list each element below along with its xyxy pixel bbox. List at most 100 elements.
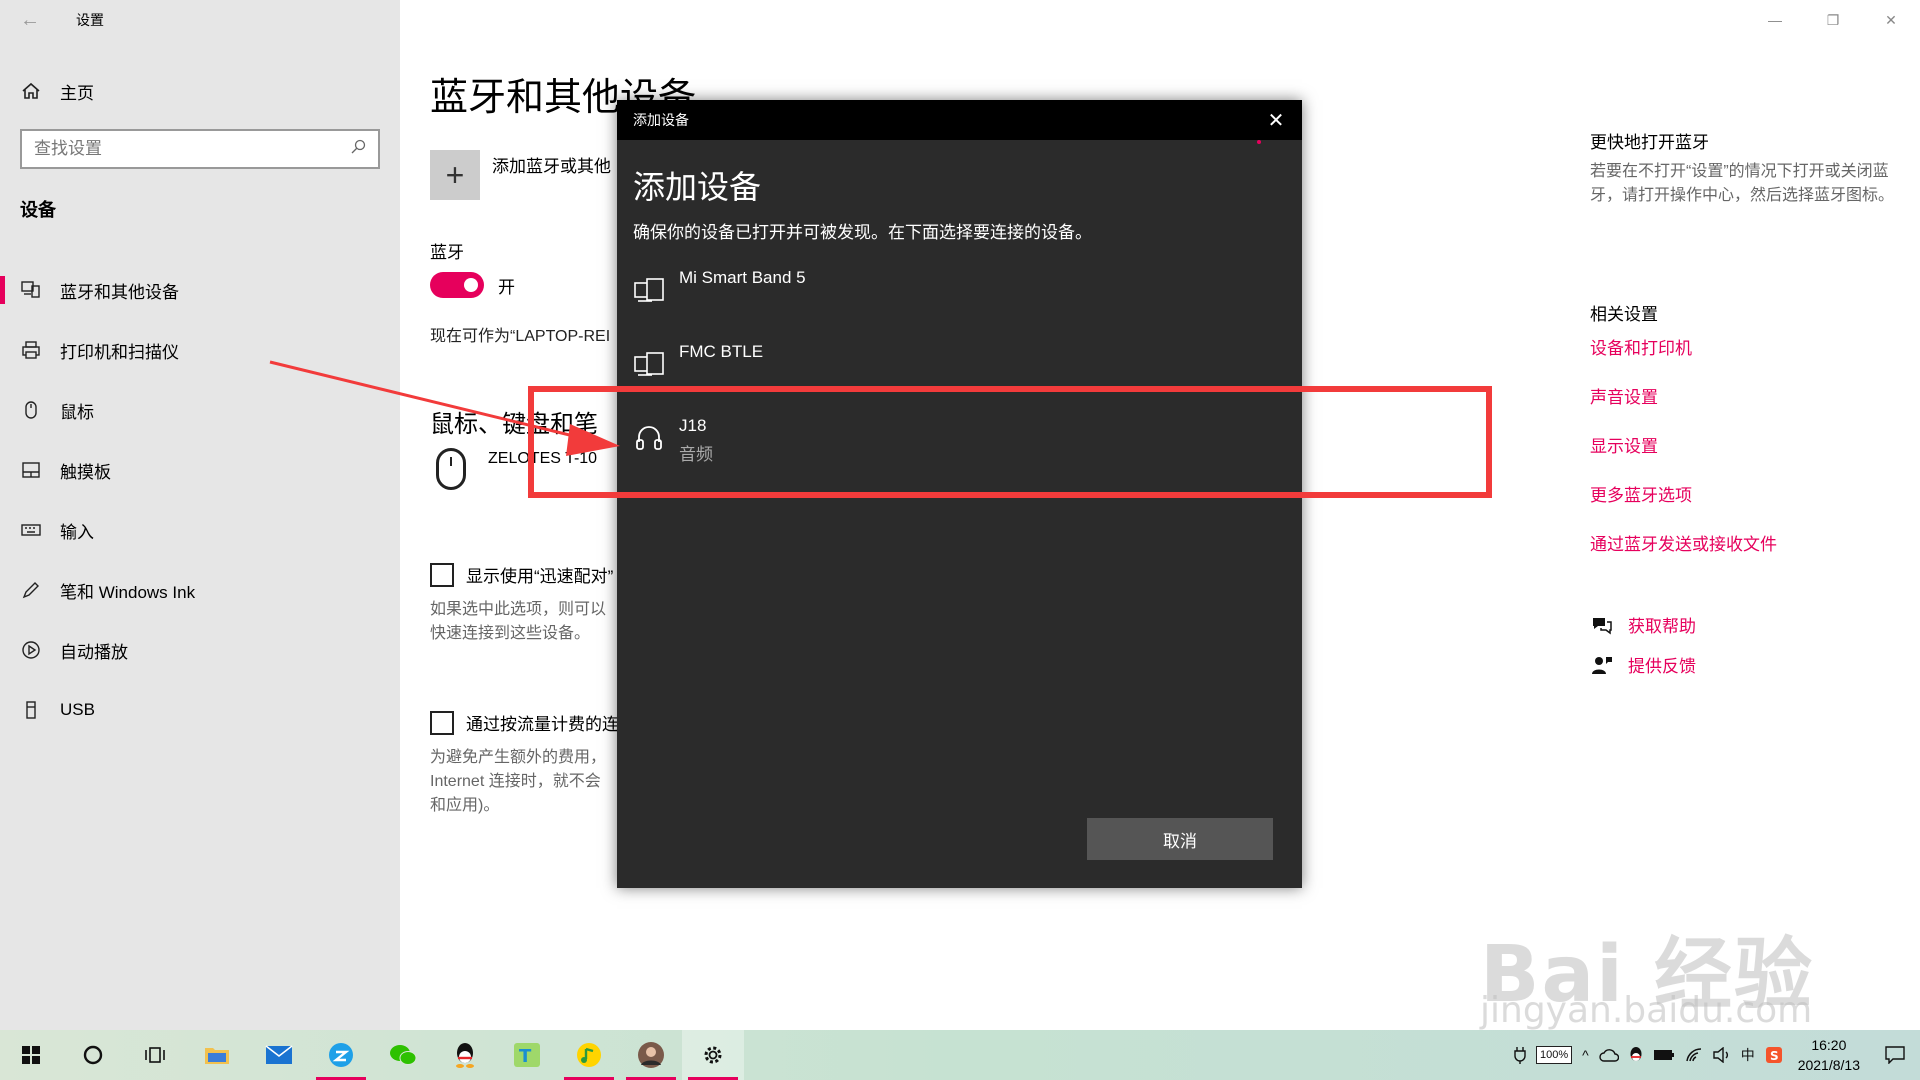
chevron-up-icon[interactable]: ^ — [1577, 1030, 1594, 1080]
discoverable-text: 现在可作为“LAPTOP-REI — [430, 328, 611, 345]
browser-icon[interactable] — [310, 1030, 372, 1080]
baidu-watermark: Bai 经验 jingyan.baidu.com — [1470, 872, 1890, 1032]
dialog-titlebar-text: 添加设备 — [633, 112, 689, 128]
qq-icon[interactable] — [434, 1030, 496, 1080]
clock[interactable]: 16:20 2021/8/13 — [1788, 1035, 1870, 1075]
add-device-row[interactable]: + 添加蓝牙或其他 — [430, 150, 611, 200]
svg-text:S: S — [1770, 1049, 1779, 1063]
battery-indicator[interactable]: 100% — [1531, 1030, 1577, 1080]
metered-label: 通过按流量计费的连 — [466, 715, 619, 734]
sidebar-item-pen[interactable]: 笔和 Windows Ink — [0, 560, 400, 620]
get-help-link[interactable]: 获取帮助 — [1590, 612, 1696, 637]
metered-row[interactable]: 通过按流量计费的连 — [430, 710, 619, 735]
sidebar-item-mouse[interactable]: 鼠标 — [0, 380, 400, 440]
printer-icon — [20, 339, 42, 361]
svg-text:T: T — [519, 1046, 532, 1067]
device-item-mi-band[interactable]: Mi Smart Band 5 — [617, 266, 1302, 340]
ime-indicator[interactable]: 中 — [1736, 1030, 1760, 1080]
search-input[interactable] — [34, 139, 350, 159]
restore-icon[interactable]: ❐ — [1804, 0, 1862, 40]
clock-date: 2021/8/13 — [1797, 1057, 1860, 1073]
watermark-sub: jingyan.baidu.com — [1480, 990, 1813, 1031]
nav-list: 蓝牙和其他设备 打印机和扫描仪 鼠标 触摸板 输入 笔和 Windows Ink… — [0, 260, 400, 740]
cloud-icon[interactable] — [1594, 1030, 1624, 1080]
back-arrow-icon[interactable]: ← — [0, 0, 60, 40]
close-icon[interactable]: ✕ — [1862, 0, 1920, 40]
toggle-state-label: 开 — [498, 277, 515, 297]
home-label: 主页 — [60, 83, 94, 103]
mail-icon[interactable] — [248, 1030, 310, 1080]
sidebar-item-printers[interactable]: 打印机和扫描仪 — [0, 320, 400, 380]
taskbar: T 100% ^ 中 S 16:20 2021/8/13 — [0, 1030, 1920, 1080]
metered-desc-line: Internet 连接时，就不会 — [430, 773, 601, 790]
app-t-icon[interactable]: T — [496, 1030, 558, 1080]
swift-pair-desc-line: 如果选中此选项，则可以 — [430, 601, 607, 618]
sidebar-item-usb[interactable]: USB — [0, 680, 400, 740]
sidebar-item-typing[interactable]: 输入 — [0, 500, 400, 560]
usb-icon — [20, 699, 42, 721]
metered-checkbox[interactable] — [430, 710, 454, 735]
touchpad-icon — [20, 459, 42, 481]
swift-pair-checkbox[interactable] — [430, 562, 454, 587]
sidebar-item-autoplay[interactable]: 自动播放 — [0, 620, 400, 680]
swift-pair-row[interactable]: 显示使用“迅速配对” — [430, 562, 613, 587]
home-nav-item[interactable]: 主页 — [20, 78, 94, 104]
volume-icon[interactable] — [1708, 1030, 1736, 1080]
quick-bluetooth-text: 若要在不打开“设置”的情况下打开或关闭蓝牙，请打开操作中心，然后选择蓝牙图标。 — [1590, 163, 1895, 204]
bluetooth-toggle[interactable] — [430, 272, 484, 298]
system-tray: 100% ^ 中 S 16:20 2021/8/13 — [1509, 1030, 1920, 1080]
bluetooth-toggle-row: 开 — [430, 272, 515, 298]
task-view-icon[interactable] — [124, 1030, 186, 1080]
notification-icon[interactable] — [1870, 1030, 1920, 1080]
search-box[interactable] — [20, 129, 380, 169]
progress-dot — [1257, 140, 1261, 144]
minimize-icon[interactable]: — — [1746, 0, 1804, 40]
wifi-icon[interactable] — [1680, 1030, 1708, 1080]
device-icon — [633, 348, 665, 380]
device-icon — [633, 274, 665, 306]
sidebar-item-bluetooth[interactable]: 蓝牙和其他设备 — [0, 260, 400, 320]
settings-icon[interactable] — [682, 1030, 744, 1080]
sidebar-item-label: 鼠标 — [60, 402, 94, 422]
pen-icon — [20, 579, 42, 601]
link-devices-printers[interactable]: 设备和打印机 — [1590, 334, 1692, 359]
search-icon[interactable] — [350, 139, 366, 160]
cancel-button[interactable]: 取消 — [1087, 818, 1273, 860]
link-send-receive-files[interactable]: 通过蓝牙发送或接收文件 — [1590, 530, 1777, 555]
dialog-heading: 添加设备 — [633, 169, 762, 205]
feedback-link[interactable]: 提供反馈 — [1590, 652, 1696, 677]
sidebar-item-label: 自动播放 — [60, 642, 128, 662]
start-icon[interactable] — [0, 1030, 62, 1080]
plus-icon[interactable]: + — [430, 150, 480, 200]
sidebar-item-label: 笔和 Windows Ink — [60, 582, 196, 602]
link-more-bluetooth[interactable]: 更多蓝牙选项 — [1590, 481, 1692, 506]
sogou-icon[interactable]: S — [1760, 1030, 1788, 1080]
wechat-icon[interactable] — [372, 1030, 434, 1080]
home-icon — [20, 80, 42, 102]
feedback-label: 提供反馈 — [1628, 657, 1696, 676]
qq-tray-icon[interactable] — [1624, 1030, 1648, 1080]
music-icon[interactable] — [558, 1030, 620, 1080]
cortana-icon[interactable] — [62, 1030, 124, 1080]
power-plug-icon[interactable] — [1509, 1030, 1531, 1080]
autoplay-icon — [20, 639, 42, 661]
link-display-settings[interactable]: 显示设置 — [1590, 432, 1658, 457]
add-device-label[interactable]: 添加蓝牙或其他 — [492, 152, 611, 177]
battery-tray-icon[interactable] — [1648, 1030, 1680, 1080]
battery-percent: 100% — [1535, 1046, 1573, 1064]
quick-bluetooth-title: 更快地打开蓝牙 — [1590, 133, 1709, 152]
close-icon[interactable]: ✕ — [1250, 100, 1302, 140]
clock-time: 16:20 — [1811, 1037, 1847, 1053]
get-help-label: 获取帮助 — [1628, 617, 1696, 636]
device-name: Mi Smart Band 5 — [679, 268, 806, 287]
sidebar-item-touchpad[interactable]: 触摸板 — [0, 440, 400, 500]
title-bar: ← 设置 — [0, 0, 400, 40]
feedback-person-icon — [1590, 653, 1614, 677]
swift-pair-label: 显示使用“迅速配对” — [466, 567, 614, 586]
file-explorer-icon[interactable] — [186, 1030, 248, 1080]
avatar-app-icon[interactable] — [620, 1030, 682, 1080]
link-sound-settings[interactable]: 声音设置 — [1590, 383, 1658, 408]
metered-desc: 为避免产生额外的费用， Internet 连接时，就不会 和应用)。 — [430, 746, 606, 818]
bluetooth-label: 蓝牙 — [430, 243, 464, 262]
dialog-titlebar: 添加设备 ✕ — [617, 100, 1302, 140]
